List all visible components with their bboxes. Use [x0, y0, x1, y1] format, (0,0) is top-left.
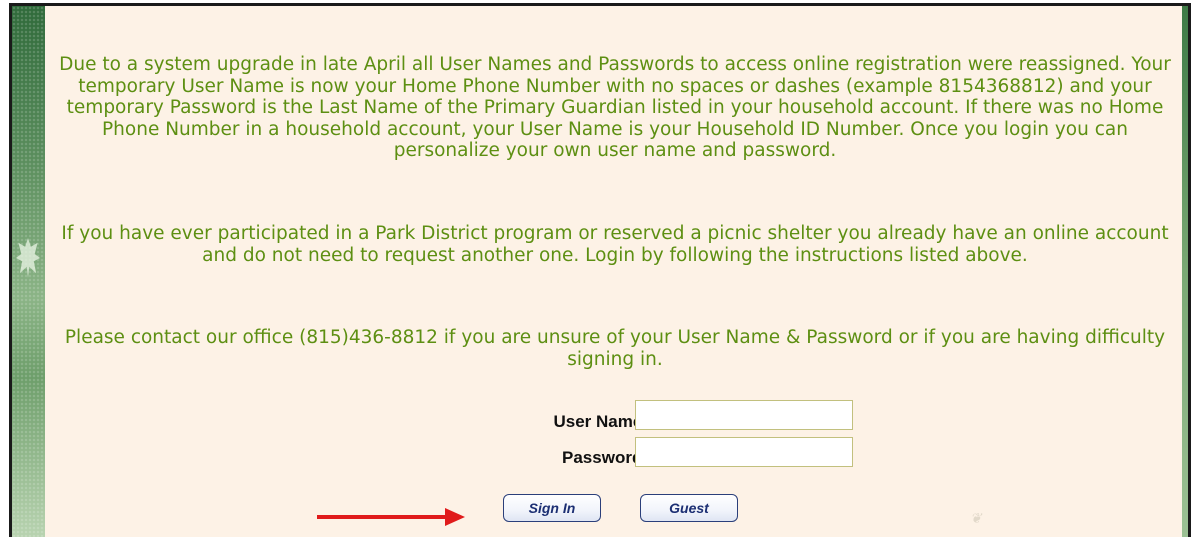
username-input[interactable] — [635, 400, 853, 430]
sign-in-button[interactable]: Sign In — [503, 494, 601, 522]
login-panel: Due to a system upgrade in late April al… — [45, 6, 1182, 537]
red-arrow-icon — [317, 508, 465, 526]
username-label: User Name: — [553, 412, 649, 431]
page-frame: Due to a system upgrade in late April al… — [9, 3, 1191, 537]
guest-button[interactable]: Guest — [640, 494, 738, 522]
password-label: Password: — [562, 448, 648, 467]
upgrade-notice-text: Due to a system upgrade in late April al… — [59, 54, 1171, 161]
contact-office-text: Please contact our office (815)436-8812 … — [64, 327, 1166, 370]
watermark-logo: ❦ — [970, 511, 982, 527]
existing-account-text: If you have ever participated in a Park … — [61, 223, 1169, 266]
password-input[interactable] — [635, 437, 853, 467]
